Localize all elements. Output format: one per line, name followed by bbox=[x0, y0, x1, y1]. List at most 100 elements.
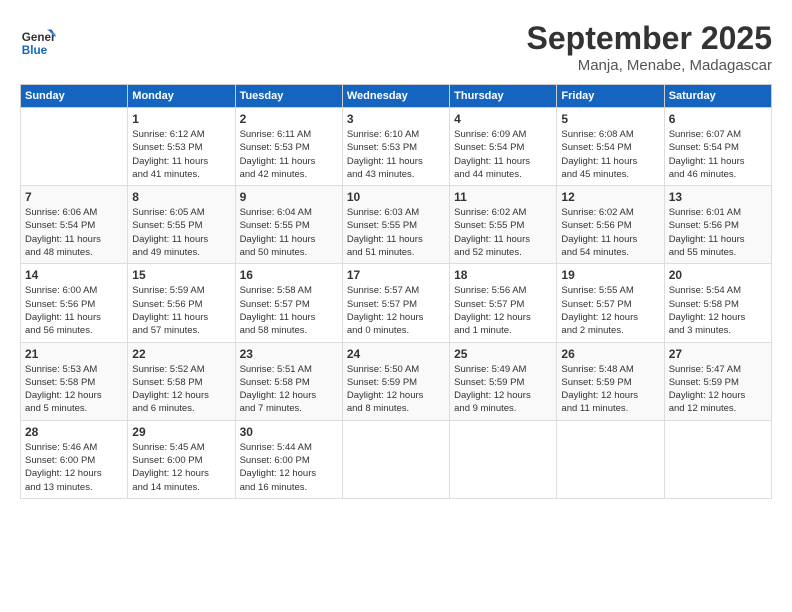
day-cell: 25 Sunrise: 5:49 AM Sunset: 5:59 PM Dayli… bbox=[450, 342, 557, 420]
header-cell-tuesday: Tuesday bbox=[235, 85, 342, 108]
day-cell: 30 Sunrise: 5:44 AM Sunset: 6:00 PM Dayli… bbox=[235, 420, 342, 498]
day-info: Sunrise: 5:57 AM Sunset: 5:57 PM Dayligh… bbox=[347, 284, 445, 337]
day-number: 22 bbox=[132, 347, 230, 361]
day-cell: 28 Sunrise: 5:46 AM Sunset: 6:00 PM Dayli… bbox=[21, 420, 128, 498]
day-info: Sunrise: 6:06 AM Sunset: 5:54 PM Dayligh… bbox=[25, 206, 123, 259]
day-info: Sunrise: 6:05 AM Sunset: 5:55 PM Dayligh… bbox=[132, 206, 230, 259]
header-cell-wednesday: Wednesday bbox=[342, 85, 449, 108]
day-cell: 15 Sunrise: 5:59 AM Sunset: 5:56 PM Dayli… bbox=[128, 264, 235, 342]
day-number: 26 bbox=[561, 347, 659, 361]
day-number: 2 bbox=[240, 112, 338, 126]
day-info: Sunrise: 5:47 AM Sunset: 5:59 PM Dayligh… bbox=[669, 363, 767, 416]
day-info: Sunrise: 6:02 AM Sunset: 5:55 PM Dayligh… bbox=[454, 206, 552, 259]
day-cell: 22 Sunrise: 5:52 AM Sunset: 5:58 PM Dayli… bbox=[128, 342, 235, 420]
day-number: 15 bbox=[132, 268, 230, 282]
day-cell: 17 Sunrise: 5:57 AM Sunset: 5:57 PM Dayli… bbox=[342, 264, 449, 342]
day-info: Sunrise: 6:08 AM Sunset: 5:54 PM Dayligh… bbox=[561, 128, 659, 181]
day-info: Sunrise: 6:00 AM Sunset: 5:56 PM Dayligh… bbox=[25, 284, 123, 337]
header-cell-friday: Friday bbox=[557, 85, 664, 108]
day-cell: 20 Sunrise: 5:54 AM Sunset: 5:58 PM Dayli… bbox=[664, 264, 771, 342]
day-number: 19 bbox=[561, 268, 659, 282]
logo-icon: General Blue bbox=[20, 25, 56, 61]
week-row-1: 7 Sunrise: 6:06 AM Sunset: 5:54 PM Daylig… bbox=[21, 186, 772, 264]
day-cell: 23Sunrise: 5:51 AM Sunset: 5:58 PM Dayli… bbox=[235, 342, 342, 420]
week-row-0: 1 Sunrise: 6:12 AM Sunset: 5:53 PM Daylig… bbox=[21, 108, 772, 186]
day-number: 8 bbox=[132, 190, 230, 204]
day-cell: 21 Sunrise: 5:53 AM Sunset: 5:58 PM Dayli… bbox=[21, 342, 128, 420]
day-info: Sunrise: 6:01 AM Sunset: 5:56 PM Dayligh… bbox=[669, 206, 767, 259]
day-cell: 3 Sunrise: 6:10 AM Sunset: 5:53 PM Daylig… bbox=[342, 108, 449, 186]
day-info: Sunrise: 5:56 AM Sunset: 5:57 PM Dayligh… bbox=[454, 284, 552, 337]
day-number: 28 bbox=[25, 425, 123, 439]
calendar-table: SundayMondayTuesdayWednesdayThursdayFrid… bbox=[20, 84, 772, 499]
day-info: Sunrise: 5:50 AM Sunset: 5:59 PM Dayligh… bbox=[347, 363, 445, 416]
day-cell: 6 Sunrise: 6:07 AM Sunset: 5:54 PM Daylig… bbox=[664, 108, 771, 186]
day-number: 10 bbox=[347, 190, 445, 204]
day-cell: 19Sunrise: 5:55 AM Sunset: 5:57 PM Dayli… bbox=[557, 264, 664, 342]
day-number: 6 bbox=[669, 112, 767, 126]
svg-text:Blue: Blue bbox=[22, 44, 48, 57]
day-number: 11 bbox=[454, 190, 552, 204]
day-cell bbox=[664, 420, 771, 498]
logo: General Blue bbox=[20, 25, 60, 61]
day-info: Sunrise: 5:44 AM Sunset: 6:00 PM Dayligh… bbox=[240, 441, 338, 494]
week-row-2: 14 Sunrise: 6:00 AM Sunset: 5:56 PM Dayli… bbox=[21, 264, 772, 342]
day-number: 30 bbox=[240, 425, 338, 439]
day-info: Sunrise: 5:54 AM Sunset: 5:58 PM Dayligh… bbox=[669, 284, 767, 337]
day-number: 1 bbox=[132, 112, 230, 126]
day-cell: 2 Sunrise: 6:11 AM Sunset: 5:53 PM Daylig… bbox=[235, 108, 342, 186]
day-info: Sunrise: 6:04 AM Sunset: 5:55 PM Dayligh… bbox=[240, 206, 338, 259]
week-row-3: 21 Sunrise: 5:53 AM Sunset: 5:58 PM Dayli… bbox=[21, 342, 772, 420]
day-number: 17 bbox=[347, 268, 445, 282]
day-cell: 29Sunrise: 5:45 AM Sunset: 6:00 PM Dayli… bbox=[128, 420, 235, 498]
day-number: 23 bbox=[240, 347, 338, 361]
day-info: Sunrise: 6:10 AM Sunset: 5:53 PM Dayligh… bbox=[347, 128, 445, 181]
page-header: General Blue September 2025 Manja, Menab… bbox=[20, 20, 772, 74]
day-cell: 14 Sunrise: 6:00 AM Sunset: 5:56 PM Dayli… bbox=[21, 264, 128, 342]
day-cell: 9 Sunrise: 6:04 AM Sunset: 5:55 PM Daylig… bbox=[235, 186, 342, 264]
day-number: 14 bbox=[25, 268, 123, 282]
day-cell bbox=[21, 108, 128, 186]
day-cell: 16 Sunrise: 5:58 AM Sunset: 5:57 PM Dayli… bbox=[235, 264, 342, 342]
day-cell: 8 Sunrise: 6:05 AM Sunset: 5:55 PM Daylig… bbox=[128, 186, 235, 264]
day-number: 29 bbox=[132, 425, 230, 439]
day-info: Sunrise: 5:48 AM Sunset: 5:59 PM Dayligh… bbox=[561, 363, 659, 416]
day-number: 12 bbox=[561, 190, 659, 204]
day-number: 20 bbox=[669, 268, 767, 282]
day-cell: 18Sunrise: 5:56 AM Sunset: 5:57 PM Dayli… bbox=[450, 264, 557, 342]
day-number: 13 bbox=[669, 190, 767, 204]
day-cell: 27 Sunrise: 5:47 AM Sunset: 5:59 PM Dayli… bbox=[664, 342, 771, 420]
header-cell-thursday: Thursday bbox=[450, 85, 557, 108]
day-cell: 1 Sunrise: 6:12 AM Sunset: 5:53 PM Daylig… bbox=[128, 108, 235, 186]
day-info: Sunrise: 6:02 AM Sunset: 5:56 PM Dayligh… bbox=[561, 206, 659, 259]
day-number: 5 bbox=[561, 112, 659, 126]
day-number: 7 bbox=[25, 190, 123, 204]
day-number: 3 bbox=[347, 112, 445, 126]
day-cell: 11 Sunrise: 6:02 AM Sunset: 5:55 PM Dayli… bbox=[450, 186, 557, 264]
day-cell bbox=[557, 420, 664, 498]
day-info: Sunrise: 5:58 AM Sunset: 5:57 PM Dayligh… bbox=[240, 284, 338, 337]
day-info: Sunrise: 6:07 AM Sunset: 5:54 PM Dayligh… bbox=[669, 128, 767, 181]
day-info: Sunrise: 5:53 AM Sunset: 5:58 PM Dayligh… bbox=[25, 363, 123, 416]
day-info: Sunrise: 6:12 AM Sunset: 5:53 PM Dayligh… bbox=[132, 128, 230, 181]
day-number: 9 bbox=[240, 190, 338, 204]
day-cell: 24Sunrise: 5:50 AM Sunset: 5:59 PM Dayli… bbox=[342, 342, 449, 420]
day-info: Sunrise: 5:59 AM Sunset: 5:56 PM Dayligh… bbox=[132, 284, 230, 337]
day-info: Sunrise: 5:52 AM Sunset: 5:58 PM Dayligh… bbox=[132, 363, 230, 416]
day-info: Sunrise: 6:03 AM Sunset: 5:55 PM Dayligh… bbox=[347, 206, 445, 259]
day-number: 21 bbox=[25, 347, 123, 361]
day-number: 25 bbox=[454, 347, 552, 361]
day-info: Sunrise: 6:11 AM Sunset: 5:53 PM Dayligh… bbox=[240, 128, 338, 181]
header-row: SundayMondayTuesdayWednesdayThursdayFrid… bbox=[21, 85, 772, 108]
title-area: September 2025 Manja, Menabe, Madagascar bbox=[527, 20, 772, 74]
day-info: Sunrise: 5:46 AM Sunset: 6:00 PM Dayligh… bbox=[25, 441, 123, 494]
day-cell: 26 Sunrise: 5:48 AM Sunset: 5:59 PM Dayli… bbox=[557, 342, 664, 420]
day-number: 27 bbox=[669, 347, 767, 361]
day-cell: 4Sunrise: 6:09 AM Sunset: 5:54 PM Daylig… bbox=[450, 108, 557, 186]
week-row-4: 28 Sunrise: 5:46 AM Sunset: 6:00 PM Dayli… bbox=[21, 420, 772, 498]
month-title: September 2025 bbox=[527, 20, 772, 57]
day-cell: 12 Sunrise: 6:02 AM Sunset: 5:56 PM Dayli… bbox=[557, 186, 664, 264]
day-cell: 13 Sunrise: 6:01 AM Sunset: 5:56 PM Dayli… bbox=[664, 186, 771, 264]
day-info: Sunrise: 5:49 AM Sunset: 5:59 PM Dayligh… bbox=[454, 363, 552, 416]
day-number: 16 bbox=[240, 268, 338, 282]
